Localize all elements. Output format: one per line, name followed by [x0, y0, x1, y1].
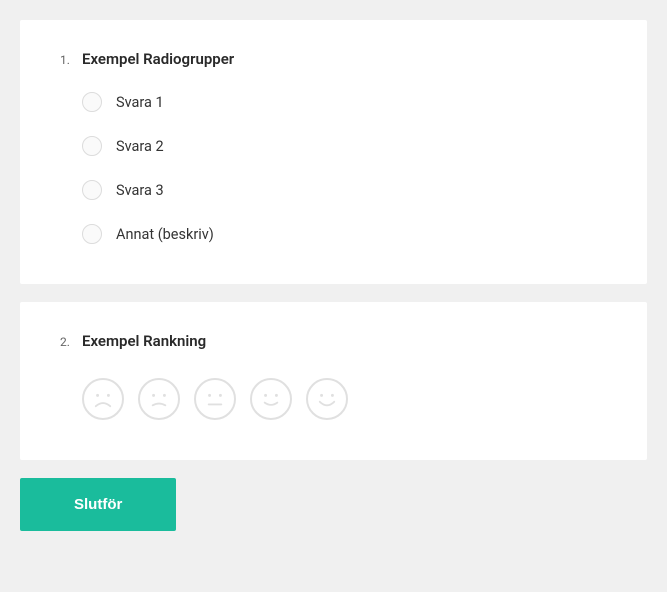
rating-face-happy-icon[interactable]: [250, 378, 292, 420]
question-title: Exempel Rankning: [82, 332, 206, 350]
radio-icon: [82, 136, 102, 156]
radio-group: Svara 1 Svara 2 Svara 3 Annat (beskriv): [60, 92, 607, 244]
radio-option[interactable]: Annat (beskriv): [82, 224, 607, 244]
radio-icon: [82, 92, 102, 112]
question-number: 2.: [60, 335, 72, 349]
rating-row: [60, 374, 607, 430]
radio-label: Svara 3: [116, 182, 164, 199]
submit-button[interactable]: Slutför: [20, 478, 176, 531]
radio-option[interactable]: Svara 3: [82, 180, 607, 200]
radio-option[interactable]: Svara 2: [82, 136, 607, 156]
rating-face-neutral-icon[interactable]: [194, 378, 236, 420]
radio-label: Annat (beskriv): [116, 226, 214, 243]
question-card-1: 1. Exempel Radiogrupper Svara 1 Svara 2 …: [20, 20, 647, 284]
radio-label: Svara 1: [116, 94, 164, 111]
radio-label: Svara 2: [116, 138, 164, 155]
radio-option[interactable]: Svara 1: [82, 92, 607, 112]
question-number: 1.: [60, 53, 72, 67]
rating-face-very-sad-icon[interactable]: [82, 378, 124, 420]
rating-face-very-happy-icon[interactable]: [306, 378, 348, 420]
question-header: 2. Exempel Rankning: [60, 332, 607, 350]
question-card-2: 2. Exempel Rankning: [20, 302, 647, 460]
rating-face-sad-icon[interactable]: [138, 378, 180, 420]
question-title: Exempel Radiogrupper: [82, 50, 234, 68]
radio-icon: [82, 224, 102, 244]
radio-icon: [82, 180, 102, 200]
question-header: 1. Exempel Radiogrupper: [60, 50, 607, 68]
